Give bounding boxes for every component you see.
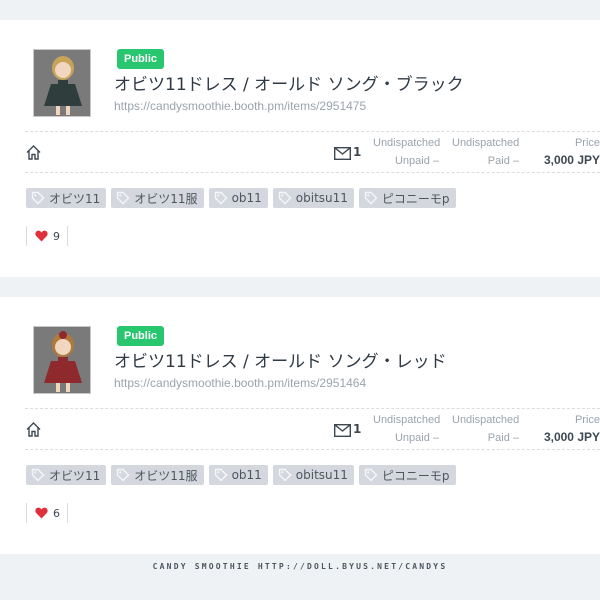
item-title[interactable]: オビツ11ドレス / オールド ソング・ブラック bbox=[114, 70, 464, 95]
tag-label: obitsu11 bbox=[295, 191, 348, 205]
status-badge: Public bbox=[117, 326, 165, 346]
heart-icon bbox=[35, 507, 48, 519]
price-value: 3,000 JPY bbox=[543, 153, 600, 167]
paid-count: Paid – bbox=[487, 432, 519, 444]
tag-icon bbox=[214, 468, 228, 482]
section-gap bbox=[0, 277, 600, 297]
item-card: Public オビツ11ドレス / オールド ソング・レッド https://c… bbox=[0, 297, 600, 554]
tag-label: obitsu11 bbox=[295, 468, 348, 482]
item-card: Public オビツ11ドレス / オールド ソング・ブラック https://… bbox=[0, 20, 600, 277]
tag-icon bbox=[278, 468, 292, 482]
divider bbox=[25, 449, 600, 450]
undispatched-label: Undispatched bbox=[452, 137, 520, 149]
tag[interactable]: ob11 bbox=[208, 465, 268, 485]
like-button[interactable]: 6 bbox=[26, 503, 68, 523]
tag[interactable]: ピコニーモp bbox=[358, 188, 456, 208]
price-label: Price bbox=[574, 137, 600, 149]
undispatched-label: Undispatched bbox=[373, 414, 441, 426]
tag-icon bbox=[364, 191, 378, 205]
tag-label: オビツ11 bbox=[49, 468, 101, 483]
tag-label: ob11 bbox=[231, 468, 262, 482]
tag-label: オビツ11服 bbox=[134, 191, 198, 206]
like-button[interactable]: 9 bbox=[26, 226, 68, 246]
like-count: 9 bbox=[53, 229, 60, 243]
tag-icon bbox=[117, 468, 130, 482]
tag[interactable]: obitsu11 bbox=[272, 465, 354, 485]
item-title[interactable]: オビツ11ドレス / オールド ソング・レッド bbox=[114, 347, 447, 372]
message-count: 1 bbox=[353, 145, 362, 159]
heart-icon bbox=[35, 230, 48, 242]
top-gap bbox=[0, 0, 600, 20]
tag-icon bbox=[31, 191, 45, 205]
divider bbox=[25, 408, 600, 409]
divider bbox=[25, 131, 600, 132]
tag-label: オビツ11 bbox=[49, 191, 101, 206]
mail-icon[interactable] bbox=[334, 147, 351, 160]
mail-icon[interactable] bbox=[334, 424, 351, 437]
undispatched-label: Undispatched bbox=[373, 137, 441, 149]
tag-label: ピコニーモp bbox=[381, 191, 450, 206]
price-label: Price bbox=[574, 414, 600, 426]
tag[interactable]: オビツ11服 bbox=[111, 188, 204, 208]
tag-icon bbox=[278, 191, 292, 205]
tag-list: オビツ11 オビツ11服 ob11 obitsu11 ピコニーモp bbox=[26, 188, 456, 208]
divider bbox=[25, 172, 600, 173]
watermark-footer: CANDY SMOOTHIE HTTP://DOLL.BYUS.NET/CAND… bbox=[0, 554, 600, 574]
item-url[interactable]: https://candysmoothie.booth.pm/items/295… bbox=[114, 99, 366, 113]
tag[interactable]: ob11 bbox=[208, 188, 268, 208]
home-icon[interactable] bbox=[25, 421, 42, 438]
item-url[interactable]: https://candysmoothie.booth.pm/items/295… bbox=[114, 376, 366, 390]
unpaid-count: Unpaid – bbox=[394, 155, 439, 167]
home-icon[interactable] bbox=[25, 144, 42, 161]
tag-icon bbox=[214, 191, 228, 205]
tag[interactable]: オビツ11 bbox=[26, 188, 107, 208]
tag[interactable]: オビツ11 bbox=[26, 465, 107, 485]
status-badge: Public bbox=[117, 49, 165, 69]
item-thumbnail[interactable] bbox=[33, 326, 91, 394]
tag[interactable]: obitsu11 bbox=[272, 188, 354, 208]
like-count: 6 bbox=[53, 506, 60, 520]
tag-label: ピコニーモp bbox=[381, 468, 450, 483]
paid-count: Paid – bbox=[487, 155, 519, 167]
tag-label: オビツ11服 bbox=[134, 468, 198, 483]
undispatched-label: Undispatched bbox=[452, 414, 520, 426]
tag-icon bbox=[31, 468, 45, 482]
tag-icon bbox=[364, 468, 378, 482]
tag-icon bbox=[117, 191, 130, 205]
message-count: 1 bbox=[353, 422, 362, 436]
tag-label: ob11 bbox=[231, 191, 262, 205]
tag-list: オビツ11 オビツ11服 ob11 obitsu11 ピコニーモp bbox=[26, 465, 456, 485]
tag[interactable]: ピコニーモp bbox=[358, 465, 456, 485]
tag[interactable]: オビツ11服 bbox=[111, 465, 204, 485]
price-value: 3,000 JPY bbox=[543, 430, 600, 444]
unpaid-count: Unpaid – bbox=[394, 432, 439, 444]
item-thumbnail[interactable] bbox=[33, 49, 91, 117]
